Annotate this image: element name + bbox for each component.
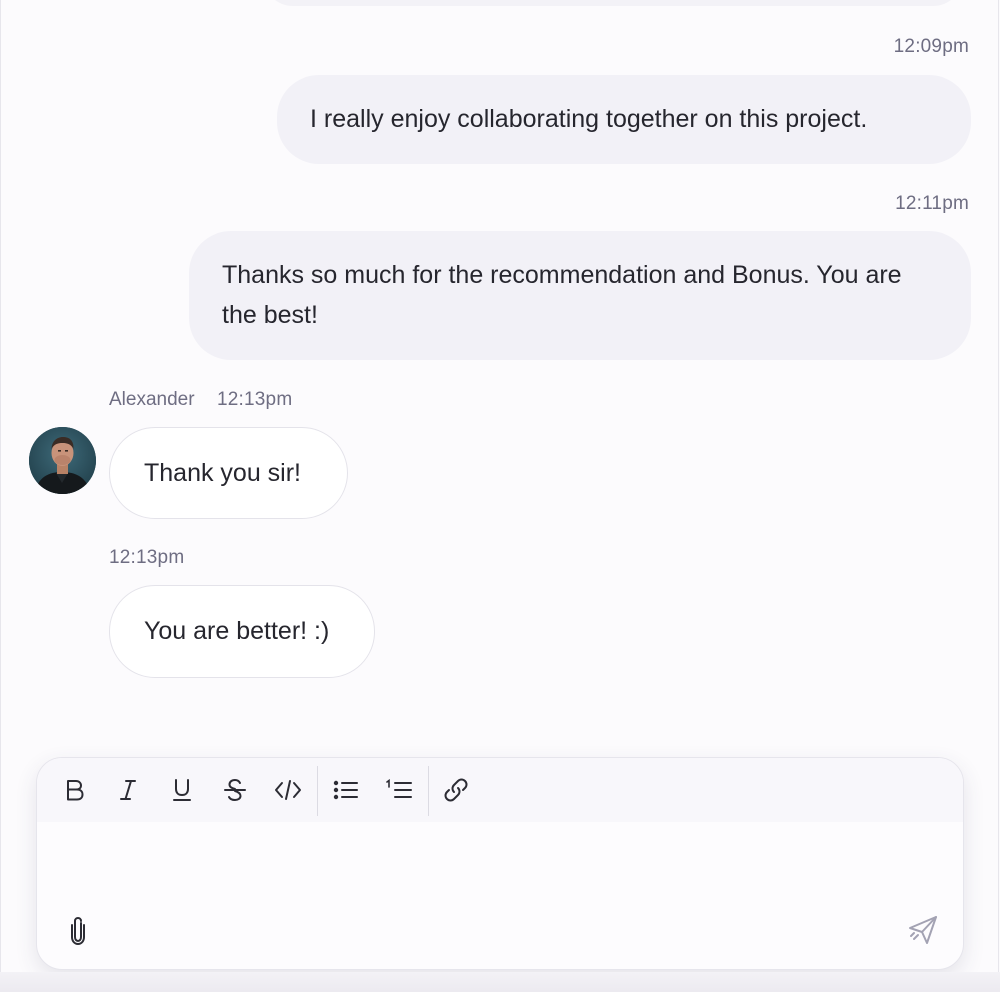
send-icon (907, 914, 939, 951)
italic-button[interactable] (110, 772, 146, 808)
message-timestamp: 12:13pm (217, 389, 293, 410)
outgoing-message-bubble: I really enjoy collaborating together on… (277, 75, 971, 164)
send-button[interactable] (905, 914, 941, 950)
underline-button[interactable] (164, 772, 200, 808)
message-timestamp: 12:13pm (109, 547, 185, 568)
footer-shadow (0, 972, 1000, 992)
bold-button[interactable] (57, 772, 93, 808)
numbered-list-icon (385, 779, 413, 801)
attach-button[interactable] (63, 916, 93, 950)
link-button[interactable] (438, 772, 474, 808)
paperclip-icon (68, 916, 88, 951)
strikethrough-button[interactable] (217, 772, 253, 808)
bold-icon (64, 778, 86, 802)
code-icon (274, 778, 302, 802)
message-input[interactable] (37, 822, 963, 904)
incoming-message-bubble: You are better! :) (109, 585, 375, 678)
strikethrough-icon (223, 777, 247, 803)
message-timestamp: 12:11pm (895, 193, 969, 214)
italic-icon (117, 778, 139, 802)
sender-name: Alexander (109, 389, 195, 410)
message-composer (36, 757, 964, 970)
link-icon (443, 777, 469, 803)
bullet-list-icon (333, 779, 359, 801)
chat-panel: 12:09pm I really enjoy collaborating tog… (0, 0, 999, 992)
toolbar-divider (317, 766, 318, 816)
code-button[interactable] (270, 772, 306, 808)
underline-icon (171, 777, 193, 803)
numbered-list-button[interactable] (381, 772, 417, 808)
avatar[interactable] (29, 427, 96, 494)
bullet-list-button[interactable] (328, 772, 364, 808)
previous-message-bubble (263, 0, 963, 6)
message-timestamp: 12:09pm (893, 36, 969, 57)
outgoing-message-bubble: Thanks so much for the recommendation an… (189, 231, 971, 360)
formatting-toolbar (37, 758, 963, 822)
toolbar-divider (428, 766, 429, 816)
incoming-message-bubble: Thank you sir! (109, 427, 348, 519)
